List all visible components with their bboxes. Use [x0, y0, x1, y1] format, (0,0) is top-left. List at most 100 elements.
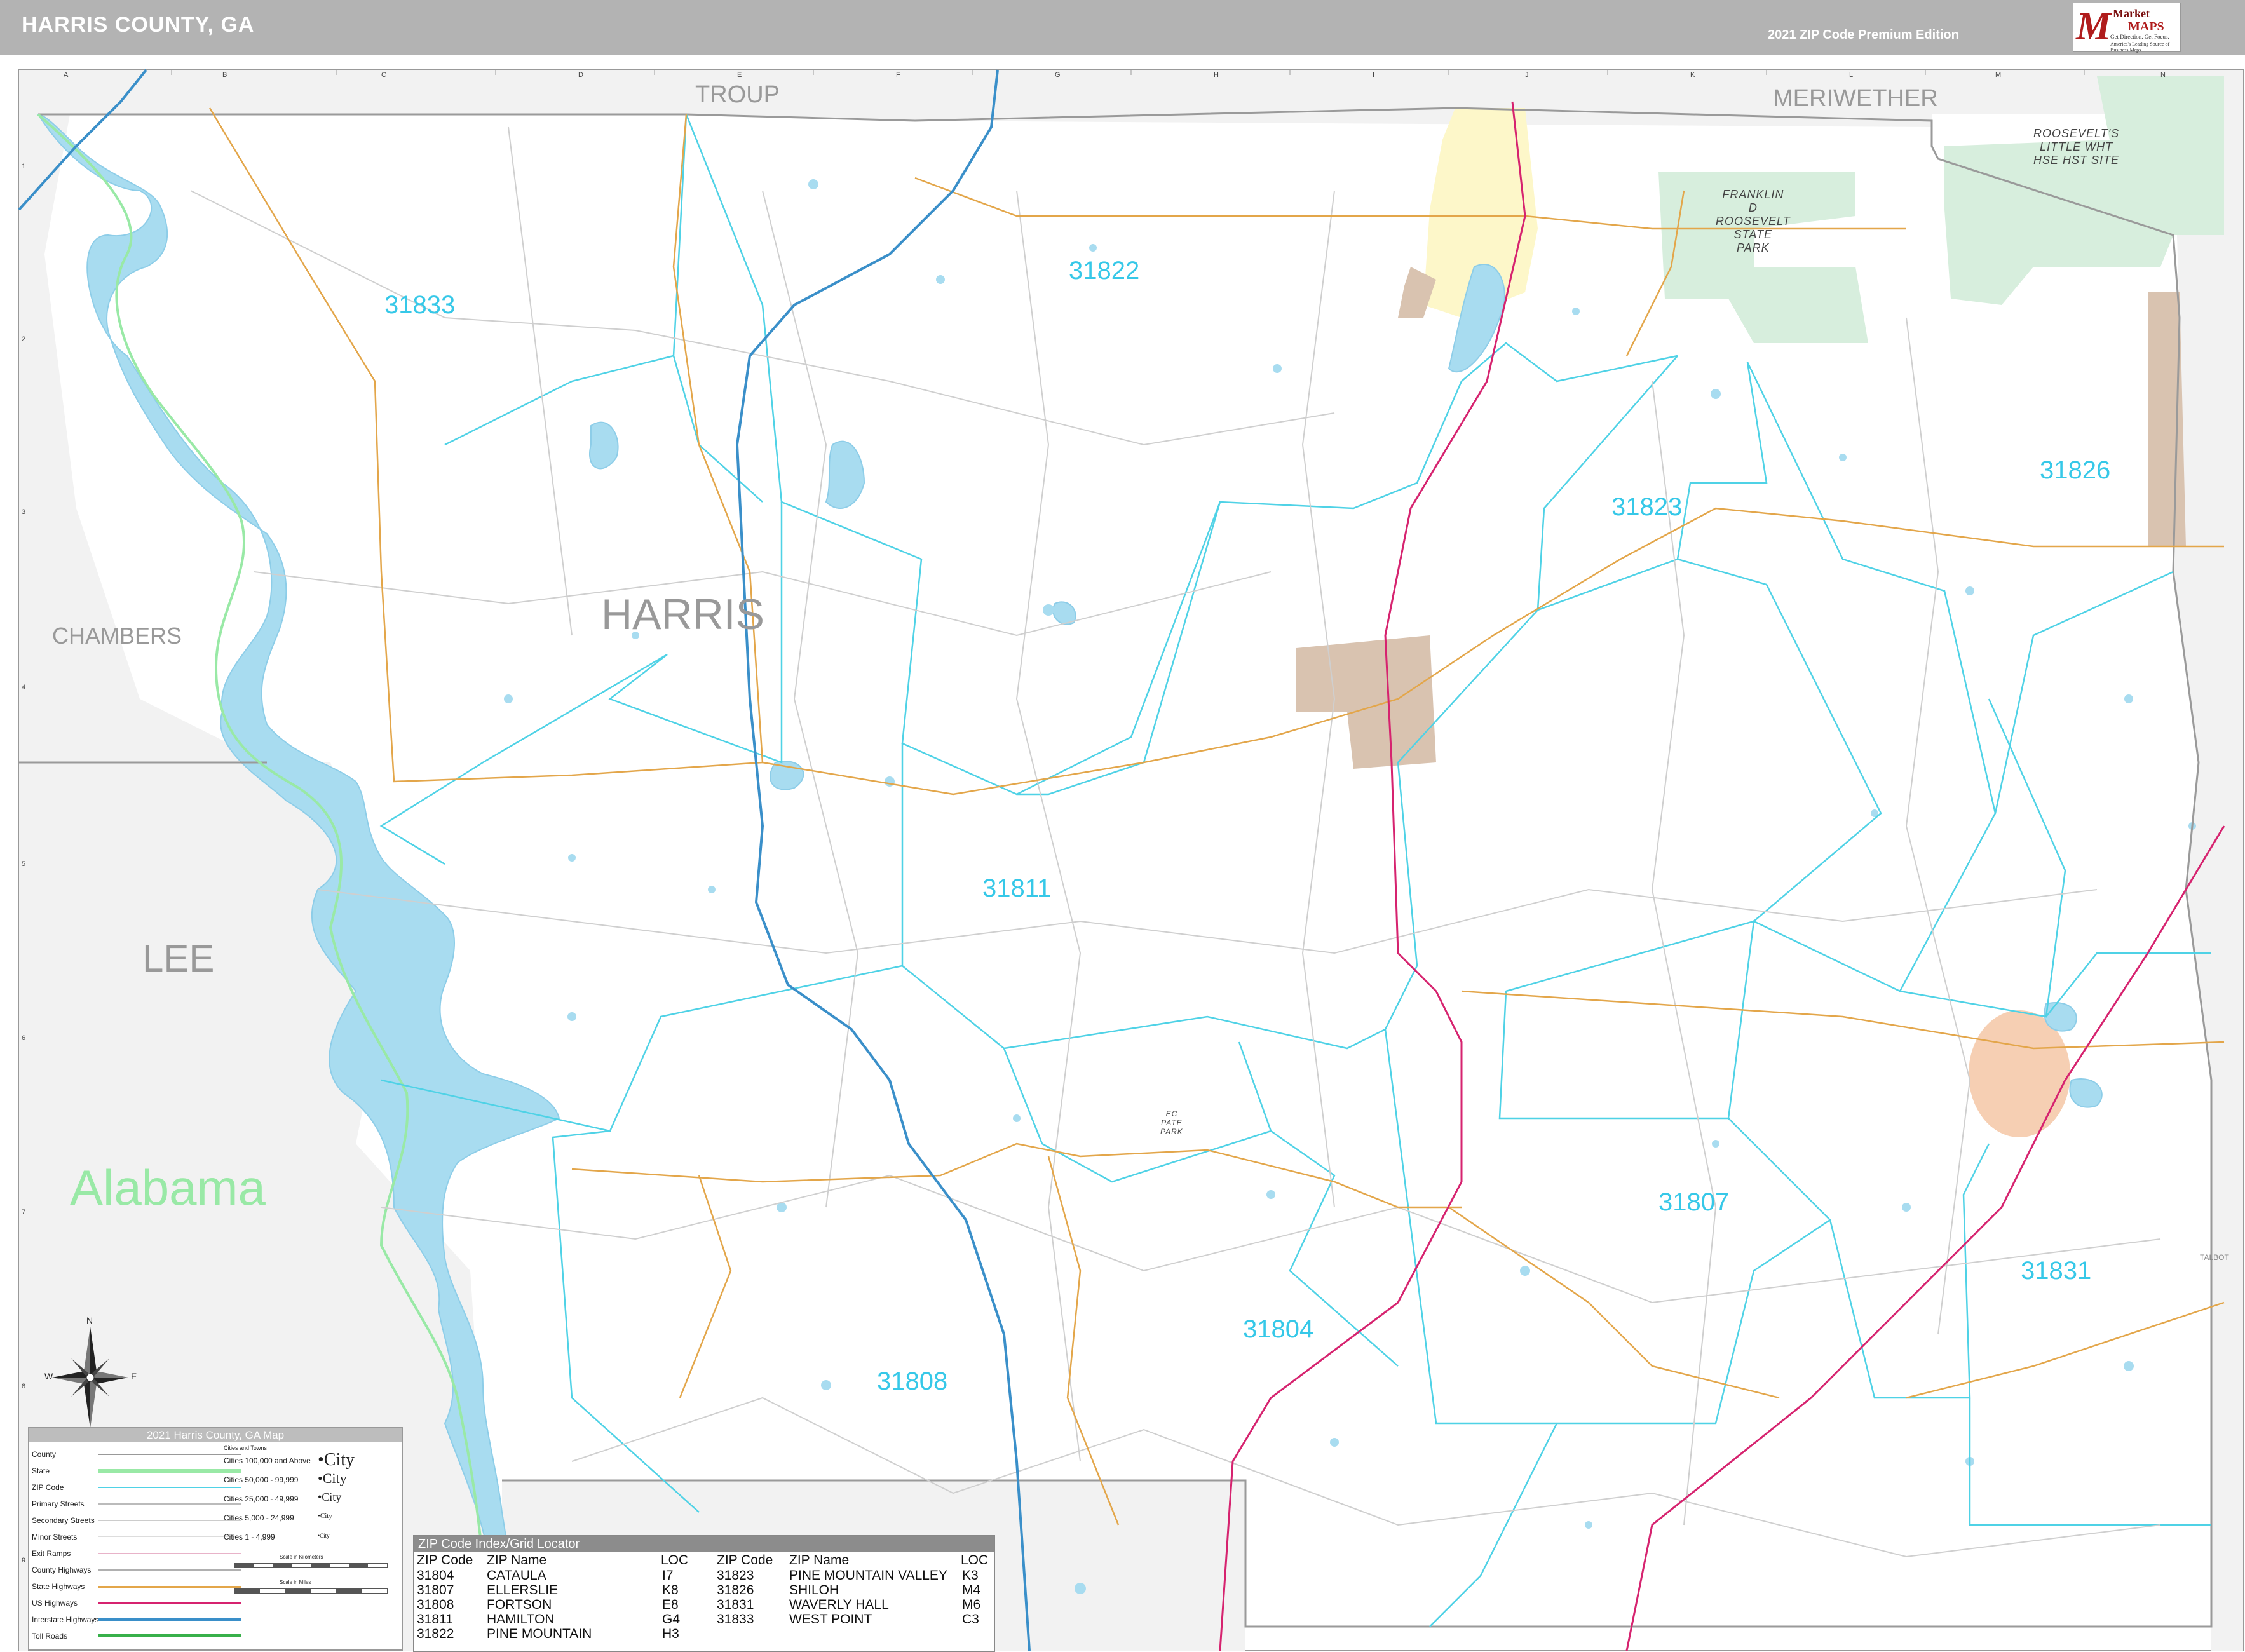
zip-index-row-zip: 31831	[717, 1597, 754, 1612]
legend-label-county-highways: County Highways	[32, 1566, 92, 1574]
zip-index-header-name-2: ZIP Name	[789, 1553, 850, 1567]
zip-index-title: ZIP Code Index/Grid Locator	[414, 1536, 994, 1552]
zip-index-row-loc: K8	[662, 1583, 679, 1597]
legend-title: 2021 Harris County, GA Map	[29, 1428, 402, 1442]
side-label-talbot: TALBOT	[2200, 1253, 2229, 1262]
county-label-chambers: CHAMBERS	[52, 623, 182, 649]
legend-label-secondary-streets: Secondary Streets	[32, 1516, 95, 1525]
legend-label-toll-roads: Toll Roads	[32, 1632, 68, 1641]
legend-label-primary-streets: Primary Streets	[32, 1500, 85, 1508]
legend-label-minor-streets: Minor Streets	[32, 1533, 78, 1541]
zip-label-31831: 31831	[2021, 1257, 2092, 1285]
zip-index-row-zip: 31826	[717, 1583, 754, 1597]
county-label-meriwether: MERIWETHER	[1773, 85, 1938, 112]
park-label-little-white-house: ROOSEVELT'S LITTLE WHT HSE HST SITE	[2033, 127, 2120, 166]
legend-scale-km-label: Scale in Kilometers	[280, 1554, 323, 1560]
legend-label-zip: ZIP Code	[32, 1483, 64, 1492]
legend-city-tier-2: Cities 50,000 - 99,999	[224, 1475, 299, 1484]
legend-city-sample-1: •City	[318, 1450, 355, 1470]
grid-col-k: K	[1690, 71, 1695, 79]
zip-index-row-loc: M6	[962, 1597, 981, 1612]
legend-city-tier-3: Cities 25,000 - 49,999	[224, 1494, 299, 1503]
zip-index-row-loc: H3	[662, 1627, 679, 1641]
zip-label-31822: 31822	[1069, 257, 1140, 285]
zip-index-row-name: FORTSON	[487, 1597, 552, 1612]
compass-n: N	[86, 1315, 93, 1325]
zip-index-header-name-1: ZIP Name	[487, 1553, 547, 1567]
zip-label-31811: 31811	[982, 874, 1052, 902]
grid-col-i: I	[1373, 71, 1375, 79]
zip-index-row-loc: C3	[962, 1612, 979, 1627]
legend-swatch-county-highways	[98, 1569, 241, 1571]
zip-index-row-name: ELLERSLIE	[487, 1583, 559, 1597]
legend-scale-mi-bar	[234, 1588, 388, 1594]
zip-index-row-name: PINE MOUNTAIN VALLEY	[789, 1568, 947, 1583]
legend-city-sample-2: •City	[318, 1470, 347, 1486]
grid-col-l: L	[1849, 71, 1854, 79]
zip-index-row-zip: 31811	[417, 1612, 453, 1627]
grid-col-b: B	[222, 71, 227, 79]
grid-col-h: H	[1214, 71, 1219, 79]
grid-row-6: 6	[22, 1034, 26, 1042]
zip-label-31833: 31833	[384, 291, 456, 319]
legend-scale-mi-label: Scale in Miles	[280, 1580, 311, 1585]
grid-row-4: 4	[22, 684, 26, 691]
legend-label-interstate: Interstate Highways	[32, 1615, 99, 1624]
legend-city-tier-5: Cities 1 - 4,999	[224, 1533, 275, 1541]
grid-row-8: 8	[22, 1383, 26, 1390]
zip-index-row-zip: 31804	[417, 1568, 454, 1583]
legend-swatch-toll-roads	[98, 1634, 241, 1637]
legend-swatch-interstate	[98, 1618, 241, 1621]
zip-label-31826: 31826	[2040, 456, 2111, 484]
zip-index-row-zip: 31808	[417, 1597, 454, 1612]
legend-city-sample-5: •City	[318, 1533, 330, 1539]
legend-swatch-state	[98, 1469, 241, 1473]
map-legend: 2021 Harris County, GA Map County State …	[28, 1427, 403, 1651]
zip-index-row-name: PINE MOUNTAIN	[487, 1627, 592, 1641]
compass-e: E	[131, 1371, 137, 1381]
zip-index-row-name: WEST POINT	[789, 1612, 872, 1627]
county-label-lee: LEE	[142, 937, 215, 980]
county-map	[18, 69, 2244, 1651]
legend-swatch-state-highways	[98, 1586, 241, 1588]
state-label-alabama: Alabama	[70, 1160, 266, 1215]
grid-col-n: N	[2160, 71, 2166, 79]
grid-col-f: F	[896, 71, 900, 79]
zip-index-row-zip: 31822	[417, 1627, 454, 1641]
zip-index-row-name: HAMILTON	[487, 1612, 555, 1627]
legend-swatch-primary-streets	[98, 1503, 241, 1505]
zip-label-31823: 31823	[1611, 493, 1683, 521]
zip-index-row-loc: E8	[662, 1597, 679, 1612]
legend-swatch-exit-ramps	[98, 1553, 241, 1554]
grid-row-5: 5	[22, 860, 26, 868]
grid-row-3: 3	[22, 508, 26, 516]
zip-index-row-name: WAVERLY HALL	[789, 1597, 889, 1612]
zip-index-row-loc: I7	[662, 1568, 674, 1583]
zip-label-31804: 31804	[1243, 1315, 1314, 1343]
grid-row-2: 2	[22, 335, 26, 343]
zip-index-row-zip: 31807	[417, 1583, 454, 1597]
grid-col-g: G	[1055, 71, 1061, 79]
zip-index-row-loc: K3	[962, 1568, 979, 1583]
legend-city-tier-1: Cities 100,000 and Above	[224, 1456, 311, 1465]
legend-swatch-us-highways	[98, 1602, 241, 1604]
legend-swatch-minor-streets	[98, 1536, 241, 1537]
compass-w: W	[44, 1371, 53, 1381]
legend-swatch-secondary-streets	[98, 1520, 241, 1521]
legend-city-sample-3: •City	[318, 1491, 342, 1503]
zip-index-row-name: SHILOH	[789, 1583, 839, 1597]
zip-index-row-loc: G4	[662, 1612, 681, 1627]
legend-label-exit-ramps: Exit Ramps	[32, 1549, 71, 1558]
zip-code-index: ZIP Code Index/Grid Locator ZIP Code ZIP…	[413, 1535, 995, 1652]
zip-label-31808: 31808	[877, 1367, 948, 1395]
county-label-harris: HARRIS	[601, 590, 764, 639]
grid-row-7: 7	[22, 1209, 26, 1216]
grid-col-c: C	[381, 71, 386, 79]
grid-col-a: A	[64, 71, 69, 79]
park-label-ec-pate: EC PATE PARK	[1160, 1109, 1183, 1136]
zip-index-row-name: CATAULA	[487, 1568, 546, 1583]
zip-index-row-zip: 31833	[717, 1612, 754, 1627]
grid-row-1: 1	[22, 163, 26, 170]
county-label-troup: TROUP	[695, 81, 780, 108]
zip-index-row-zip: 31823	[717, 1568, 754, 1583]
